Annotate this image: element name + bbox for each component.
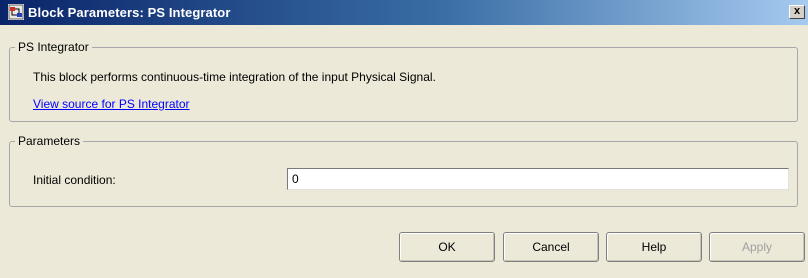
simulink-block-icon	[8, 4, 24, 20]
title-bar[interactable]: Block Parameters: PS Integrator x	[0, 0, 808, 25]
apply-button[interactable]: Apply	[709, 232, 805, 262]
initial-condition-input[interactable]	[287, 168, 789, 190]
view-source-link[interactable]: View source for PS Integrator	[33, 97, 190, 111]
block-parameters-dialog: Block Parameters: PS Integrator x PS Int…	[0, 0, 808, 278]
ok-button[interactable]: OK	[399, 232, 495, 262]
cancel-button[interactable]: Cancel	[503, 232, 599, 262]
close-button[interactable]: x	[789, 5, 805, 19]
initial-condition-label: Initial condition:	[33, 173, 116, 187]
block-description: This block performs continuous-time inte…	[33, 70, 436, 84]
help-button[interactable]: Help	[606, 232, 702, 262]
block-info-legend: PS Integrator	[18, 40, 89, 54]
window-title: Block Parameters: PS Integrator	[28, 5, 231, 20]
close-icon: x	[793, 5, 801, 17]
parameters-legend: Parameters	[18, 134, 81, 148]
